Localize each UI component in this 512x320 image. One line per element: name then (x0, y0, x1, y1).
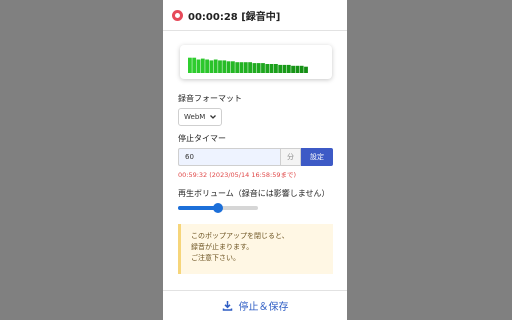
visualizer-bar (274, 64, 278, 73)
recording-timer: 00:00:28 [録音中] (188, 11, 281, 23)
format-label: 録音フォーマット (178, 94, 242, 103)
visualizer-bars (188, 57, 308, 73)
visualizer-bar (282, 64, 287, 73)
visualizer-bar (205, 59, 209, 73)
visualizer-bar (200, 58, 205, 73)
format-value: WebM (184, 113, 206, 121)
format-select[interactable]: WebM (178, 108, 222, 126)
unit-label: 分 (280, 148, 301, 166)
volume-label: 再生ボリューム（録音には影響しません） (178, 189, 330, 198)
visualizer-bar (209, 60, 214, 73)
visualizer-bar (248, 62, 252, 73)
visualizer-bar (226, 61, 231, 73)
record-icon (172, 9, 183, 21)
visualizer-bar (286, 64, 291, 73)
volume-slider[interactable] (178, 203, 258, 213)
visualizer-bar (196, 59, 201, 73)
slider-fill (178, 206, 218, 210)
visualizer-bar (239, 62, 244, 73)
popup-panel: 00:00:28 [録音中] 録音フォーマット WebM 停止タイマー 60 分… (163, 0, 347, 320)
visualizer-bar (299, 65, 304, 73)
visualizer-bar (218, 60, 222, 73)
visualizer-bar (235, 62, 240, 73)
audio-visualizer (180, 45, 332, 79)
download-icon (222, 301, 232, 311)
visualizer-bar (261, 63, 265, 73)
notice-line: このポップアップを閉じると、 (191, 232, 289, 240)
visualizer-bar (269, 64, 274, 73)
stop-save-label: 停止＆保存 (238, 302, 289, 313)
visualizer-bar (188, 57, 192, 73)
visualizer-bar (252, 63, 257, 73)
visualizer-bar (213, 59, 218, 73)
visualizer-bar (222, 60, 227, 73)
visualizer-bar (291, 65, 295, 73)
header: 00:00:28 [録音中] (163, 0, 347, 31)
stop-timer-label: 停止タイマー (178, 134, 226, 143)
notice-box: このポップアップを閉じると、 録音が止まります。 ご注意下さい。 (178, 224, 333, 274)
visualizer-bar (231, 61, 235, 73)
visualizer-bar (304, 66, 308, 73)
stop-time-text: 00:59:32 (2023/05/14 16:58:59まで) (178, 171, 297, 179)
visualizer-bar (243, 62, 248, 73)
visualizer-bar (256, 63, 261, 73)
notice-line: 録音が止まります。 (191, 243, 254, 251)
visualizer-bar (265, 64, 270, 73)
visualizer-bar (295, 65, 300, 73)
stop-timer-input[interactable]: 60 (178, 148, 280, 166)
visualizer-bar (278, 64, 283, 73)
notice-line: ご注意下さい。 (191, 254, 240, 262)
visualizer-bar (192, 57, 197, 73)
slider-thumb[interactable] (213, 203, 223, 213)
chevron-down-icon (210, 115, 216, 119)
stop-save-button[interactable]: 停止＆保存 (163, 290, 347, 320)
set-button[interactable]: 設定 (301, 148, 333, 166)
